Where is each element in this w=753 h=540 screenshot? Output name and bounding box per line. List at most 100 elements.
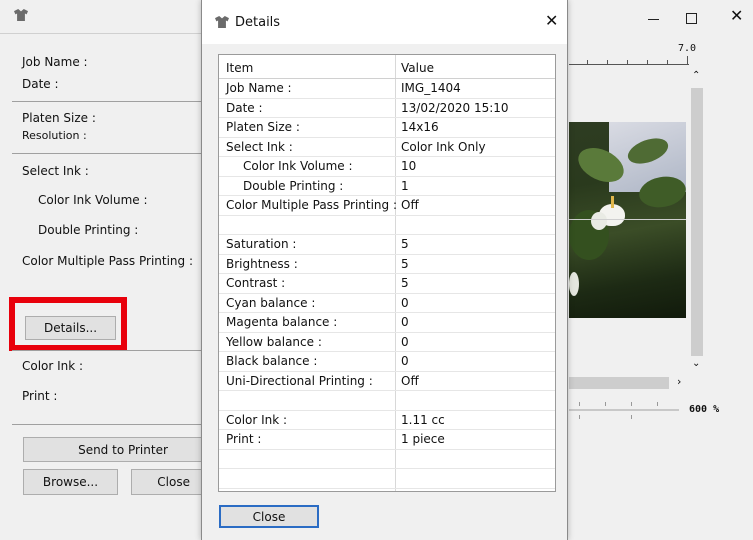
item-cell: Yellow balance : — [226, 334, 322, 349]
app-shirt-icon — [14, 9, 28, 21]
zoom-tick — [657, 402, 658, 406]
main-window-left: Job Name : Date : Platen Size : Resoluti… — [0, 0, 223, 540]
ruler-tick — [587, 60, 588, 64]
flower-shape — [569, 272, 579, 296]
ruler-tick — [647, 60, 648, 64]
table-row: Color Multiple Pass Printing : Off — [219, 196, 555, 216]
value-cell: 1 — [401, 178, 409, 193]
value-cell: 14x16 — [401, 120, 439, 134]
table-row — [219, 469, 555, 489]
value-cell: 0 — [401, 334, 409, 349]
column-header-value: Value — [401, 61, 434, 75]
value-cell: 0 — [401, 315, 409, 329]
scroll-up-icon[interactable]: ⌃ — [692, 70, 700, 81]
dialog-close-button[interactable]: ✕ — [543, 11, 561, 31]
zoom-level: 600 % — [689, 404, 720, 415]
close-window-button[interactable]: ✕ — [730, 6, 748, 27]
item-cell: Uni-Directional Printing : — [226, 373, 373, 388]
value-cell: 0 — [401, 354, 409, 368]
value-cell: 1 piece — [401, 432, 445, 446]
zoom-tick — [631, 415, 632, 419]
ruler-tick — [687, 56, 688, 64]
platen-size-label: Platen Size : — [22, 111, 96, 125]
horizontal-ruler — [569, 42, 689, 66]
value-cell: 5 — [401, 256, 409, 271]
color-ink-label: Color Ink : — [22, 359, 84, 373]
item-cell: Magenta balance : — [226, 315, 338, 329]
item-cell: Date : — [226, 100, 263, 115]
item-cell: Brightness : — [226, 256, 298, 271]
ruler-line — [569, 64, 689, 65]
item-cell: Print : — [226, 432, 262, 446]
table-header: Item Value — [219, 55, 555, 79]
item-cell: Platen Size : — [226, 120, 300, 134]
scroll-thumb-vertical[interactable] — [691, 88, 703, 356]
item-cell: Contrast : — [226, 276, 286, 290]
table-row — [219, 391, 555, 411]
details-table: Item Value Job Name : IMG_1404 Date : 13/02… — [218, 54, 556, 492]
table-row: Cyan balance : 0 — [219, 294, 555, 313]
table-row: Print : 1 piece — [219, 430, 555, 450]
ruler-value: 7.0 — [678, 43, 697, 54]
table-row: Saturation : 5 — [219, 235, 555, 255]
separator-3 — [12, 350, 208, 351]
resolution-label: Resolution : — [22, 129, 87, 142]
close-icon: ✕ — [545, 11, 559, 30]
table-row: Color Ink Volume : 10 — [219, 157, 555, 177]
dialog-title: Details — [235, 15, 281, 30]
scroll-down-icon[interactable]: ⌄ — [692, 358, 700, 369]
value-cell: Off — [401, 198, 419, 212]
zoom-tick — [605, 402, 606, 406]
zoom-tick — [579, 402, 580, 406]
select-ink-label: Select Ink : — [22, 164, 89, 178]
item-cell: Select Ink : — [226, 139, 293, 154]
date-label: Date : — [22, 77, 59, 91]
ruler-tick — [667, 60, 668, 64]
scroll-right-icon[interactable]: › — [677, 375, 681, 388]
preview-photo — [569, 122, 686, 318]
item-cell: Color Multiple Pass Printing : — [226, 198, 398, 212]
table-row: Color Ink : 1.11 cc — [219, 411, 555, 430]
value-cell: 13/02/2020 15:10 — [401, 100, 509, 115]
vertical-scrollbar[interactable]: ⌃ ⌄ — [689, 70, 705, 376]
table-row: Double Printing : 1 — [219, 177, 555, 196]
browse-button[interactable]: Browse... — [23, 469, 118, 495]
flower-shape — [591, 212, 607, 230]
table-row: Date : 13/02/2020 15:10 — [219, 99, 555, 118]
minimize-icon — [648, 19, 659, 20]
table-row — [219, 216, 555, 235]
value-cell: 5 — [401, 237, 409, 251]
table-row: Brightness : 5 — [219, 255, 555, 274]
zoom-slider[interactable] — [569, 398, 679, 422]
minimize-button[interactable] — [647, 12, 661, 26]
table-row: Contrast : 5 — [219, 274, 555, 294]
item-cell: Black balance : — [226, 354, 318, 368]
separator-1 — [12, 101, 208, 102]
value-cell: IMG_1404 — [401, 81, 461, 95]
zoom-slider-track — [569, 409, 679, 411]
details-button[interactable]: Details... — [25, 316, 116, 340]
details-dialog: Details ✕ Item Value Job Name : IMG_1404 D… — [201, 0, 568, 540]
separator-2 — [12, 153, 208, 154]
value-cell: 1.11 cc — [401, 412, 445, 427]
value-cell: Color Ink Only — [401, 139, 486, 154]
send-to-printer-button[interactable]: Send to Printer — [23, 437, 223, 462]
scroll-thumb-horizontal[interactable] — [569, 377, 669, 389]
column-header-item: Item — [226, 61, 254, 75]
table-row: Magenta balance : 0 — [219, 313, 555, 333]
dialog-close-button-bottom[interactable]: Close — [219, 505, 319, 528]
table-row: Platen Size : 14x16 — [219, 118, 555, 138]
print-label: Print : — [22, 389, 58, 403]
double-printing-label: Double Printing : — [38, 223, 139, 237]
zoom-tick — [631, 402, 632, 406]
table-row: Uni-Directional Printing : Off — [219, 372, 555, 391]
ruler-tick — [607, 60, 608, 64]
item-cell: Color Ink Volume : — [243, 159, 353, 173]
item-cell: Saturation : — [226, 237, 297, 251]
horizontal-scrollbar[interactable]: › — [569, 375, 691, 390]
close-icon: ✕ — [730, 6, 744, 25]
flower-center — [611, 196, 614, 208]
table-row: Yellow balance : 0 — [219, 333, 555, 352]
zoom-tick — [579, 415, 580, 419]
maximize-button[interactable] — [685, 12, 699, 26]
